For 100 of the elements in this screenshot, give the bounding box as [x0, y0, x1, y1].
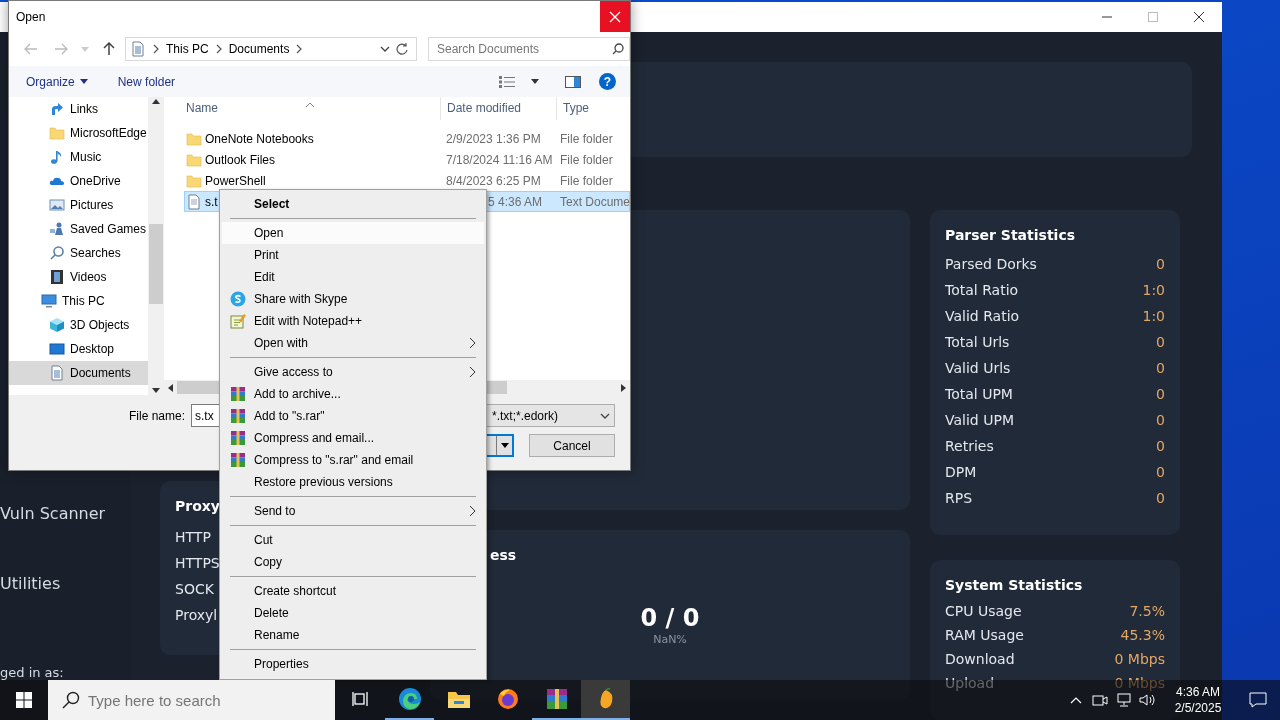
archive-icon	[230, 430, 246, 446]
stat-label: DPM	[945, 464, 977, 480]
nav-item[interactable]: Saved Games	[9, 217, 148, 241]
search-field[interactable]: Search Documents	[428, 37, 630, 61]
windows-logo-icon	[16, 692, 32, 708]
stat-label: Parsed Dorks	[945, 256, 1037, 272]
notepad-icon	[230, 313, 246, 329]
column-header[interactable]: Name	[164, 97, 441, 120]
proxy-label: Proxyl	[175, 606, 218, 625]
menu-item[interactable]: Restore previous versions	[222, 471, 484, 493]
progress-count: 0 / 0	[639, 603, 701, 633]
file-name-label: File name:	[127, 408, 186, 423]
nav-item[interactable]: This PC	[9, 289, 148, 313]
column-header[interactable]: Date modified	[441, 97, 557, 120]
menu-item[interactable]: Copy	[222, 551, 484, 573]
scrollbar[interactable]	[148, 97, 164, 395]
menu-item[interactable]: Open with	[222, 332, 484, 354]
file-row[interactable]: Outlook Files 7/18/2024 11:16 AM File folder	[184, 149, 630, 170]
caret-icon	[531, 79, 539, 84]
pictures-icon	[49, 197, 65, 213]
magnifier-icon	[49, 245, 65, 261]
taskbar-app-button[interactable]	[581, 680, 630, 720]
menu-item[interactable]: Cut	[222, 529, 484, 551]
nav-item[interactable]: Documents	[9, 361, 148, 385]
file-row[interactable]: PowerShell 8/4/2023 6:25 PM File folder	[184, 170, 630, 191]
chevron-down-icon	[380, 45, 390, 53]
menu-item[interactable]: Properties	[222, 653, 484, 675]
new-folder-button[interactable]: New folder	[117, 69, 176, 94]
stat-value: 0	[1156, 334, 1165, 350]
sidebar-item[interactable]: Utilities	[0, 572, 130, 596]
nav-item[interactable]: Pictures	[9, 193, 148, 217]
stat-value: 0 Mbps	[1114, 651, 1165, 667]
stat-label: Total UPM	[945, 386, 1013, 402]
chevron-icon	[295, 44, 304, 54]
up-arrow-icon	[103, 42, 115, 56]
menu-item[interactable]: Add to archive...	[222, 383, 484, 405]
archive-icon	[230, 452, 246, 468]
stat-label: RPS	[945, 490, 973, 506]
sidebar-item[interactable]: Vuln Scanner	[0, 502, 130, 526]
caret-icon	[79, 79, 88, 84]
menu-item[interactable]: Compress and email...	[222, 427, 484, 449]
nav-item[interactable]: 3D Objects	[9, 313, 148, 337]
speech-bubble-icon	[1249, 692, 1267, 708]
nav-item[interactable]: Desktop	[9, 337, 148, 361]
menu-item[interactable]: Print	[222, 244, 484, 266]
menu-item[interactable]: Delete	[222, 602, 484, 624]
menu-item[interactable]: Rename	[222, 624, 484, 646]
close-button[interactable]	[600, 1, 630, 32]
nav-item[interactable]: Searches	[9, 241, 148, 265]
file-row[interactable]: OneNote Notebooks 2/9/2023 1:36 PM File folder	[184, 128, 630, 149]
address-bar[interactable]: This PC Documents	[125, 37, 417, 61]
network-icon	[1116, 693, 1132, 707]
nav-item[interactable]: OneDrive	[9, 169, 148, 193]
file-name: s.t	[205, 194, 218, 209]
menu-item[interactable]: Compress to "s.rar" and email	[222, 449, 484, 471]
file-type: File folder	[559, 131, 614, 146]
game-pieces-icon	[49, 221, 65, 237]
file-date: 8/4/2023 6:25 PM	[445, 173, 542, 188]
file-name: PowerShell	[205, 173, 266, 188]
stat-value: 45.3%	[1120, 627, 1165, 643]
archive-icon	[230, 408, 246, 424]
stat-label: RAM Usage	[945, 627, 1024, 643]
column-header[interactable]: Type	[557, 97, 630, 120]
cancel-button[interactable]: Cancel	[529, 434, 615, 457]
menu-item[interactable]: Give access to	[222, 361, 484, 383]
taskbar-search-field[interactable]: Type here to search	[48, 680, 335, 720]
menu-item[interactable]: Edit	[222, 266, 484, 288]
file-type: File folder	[559, 173, 614, 188]
menu-item[interactable]: Select	[222, 193, 484, 215]
skype-icon	[230, 291, 246, 307]
back-arrow-icon	[24, 43, 38, 55]
proxy-label: HTTPS	[175, 554, 220, 573]
scrollbar-thumb[interactable]	[149, 224, 163, 304]
nav-item[interactable]: Videos	[9, 265, 148, 289]
menu-item[interactable]: Open	[222, 222, 484, 244]
breadcrumb[interactable]: Documents	[228, 42, 290, 56]
help-button[interactable]: ?	[599, 73, 616, 90]
stat-label: Valid Ratio	[945, 308, 1020, 324]
stat-value: 0	[1156, 412, 1165, 428]
file-date: 7/18/2024 11:16 AM	[445, 152, 554, 167]
preview-pane-icon	[565, 75, 581, 88]
menu-item[interactable]: Share with Skype	[222, 288, 484, 310]
stat-value: 1:0	[1142, 282, 1165, 298]
organize-button[interactable]: Organize	[26, 69, 88, 94]
stat-label: Total Ratio	[945, 282, 1019, 298]
menu-item[interactable]: Send to	[222, 500, 484, 522]
breadcrumb[interactable]: This PC	[166, 42, 209, 56]
forward-arrow-icon	[54, 43, 68, 55]
speaker-icon	[1139, 693, 1157, 707]
stat-label: Upload	[945, 675, 995, 691]
menu-item[interactable]: Create shortcut	[222, 580, 484, 602]
scroll-left-icon	[168, 383, 173, 392]
nav-item[interactable]: Music	[9, 145, 148, 169]
cube-icon	[49, 317, 65, 333]
file-type: Text Docume	[559, 194, 630, 209]
nav-item[interactable]: Links	[9, 97, 148, 121]
chevron-icon	[214, 44, 223, 54]
menu-item[interactable]: Edit with Notepad++	[222, 310, 484, 332]
nav-item[interactable]: MicrosoftEdge	[9, 121, 148, 145]
stat-value: 0	[1156, 386, 1165, 402]
